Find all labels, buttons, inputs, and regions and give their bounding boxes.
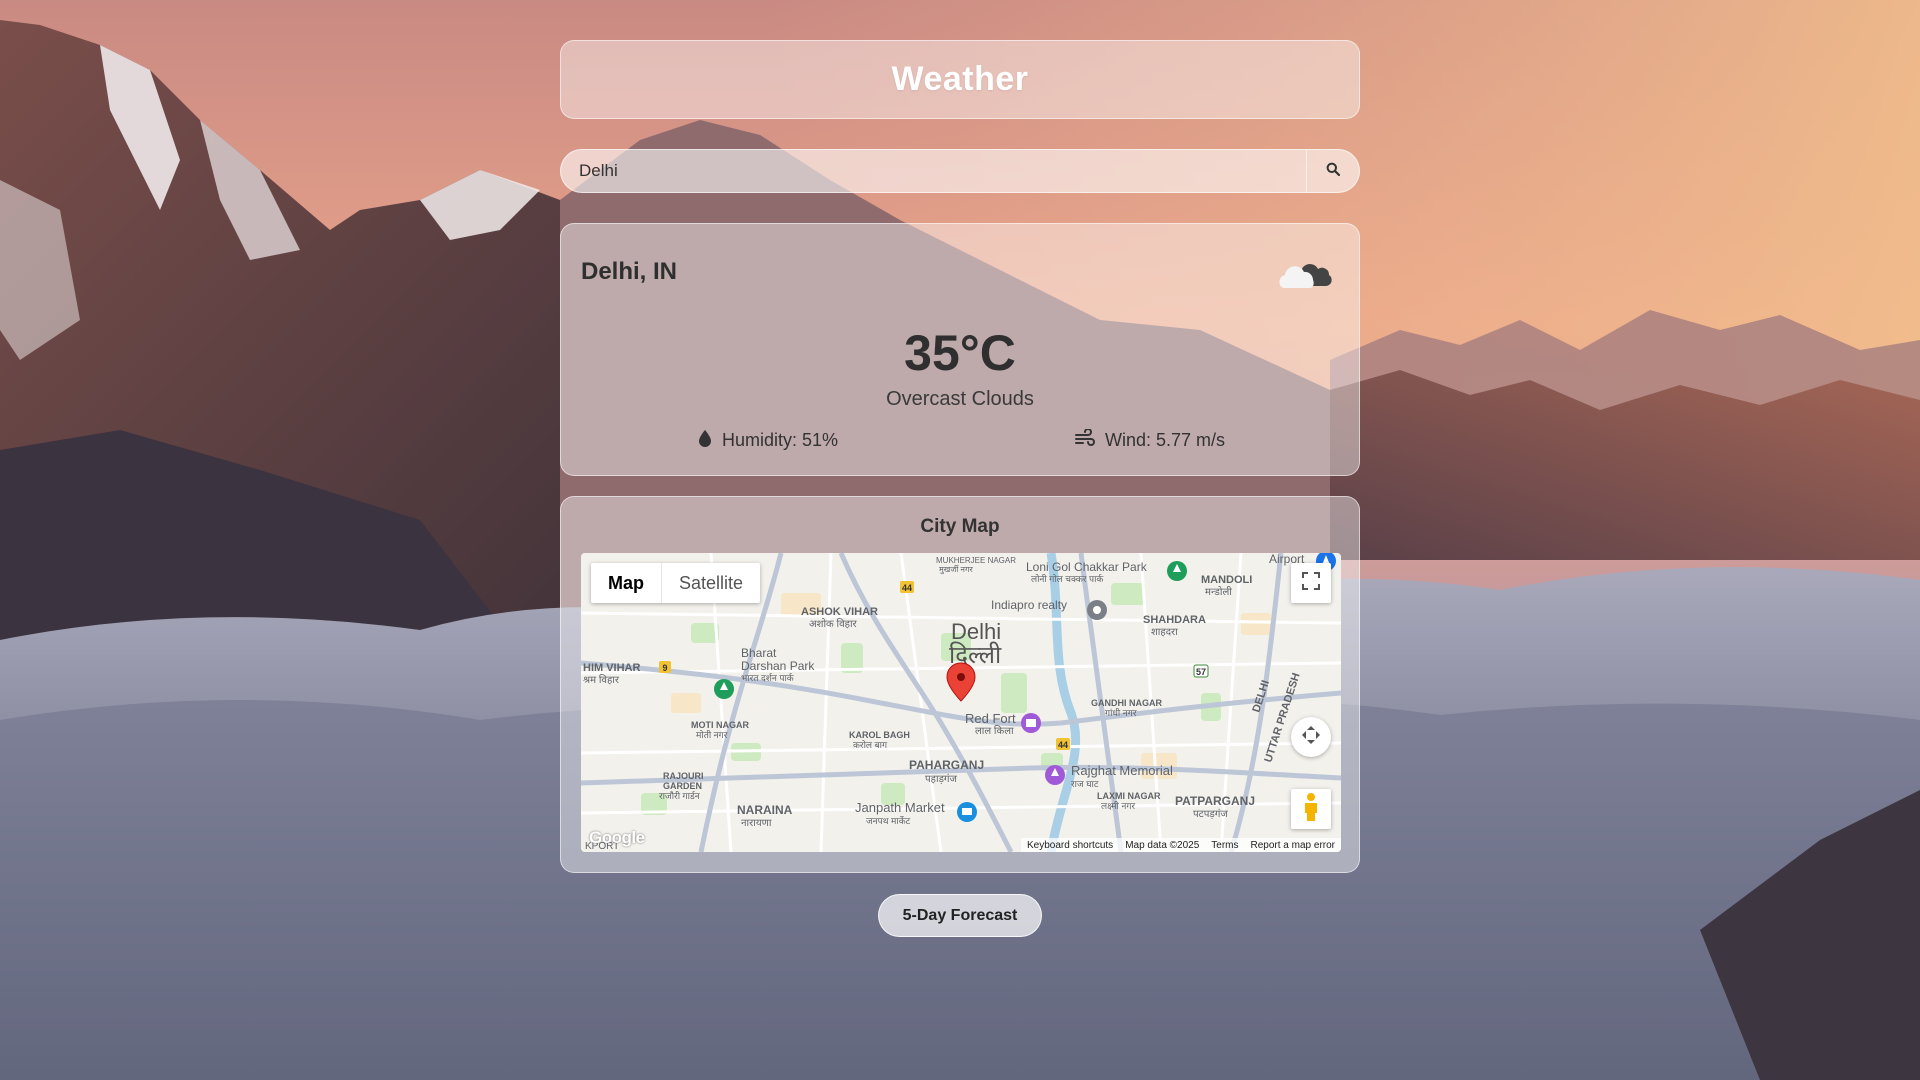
terms-link[interactable]: Terms: [1211, 840, 1238, 851]
humidity-stat: Humidity: 51%: [698, 429, 838, 452]
camera-control-icon: [1300, 724, 1322, 751]
map-data-label: Map data ©2025: [1125, 839, 1200, 851]
map-title: City Map: [920, 516, 1000, 537]
google-logo: Google: [589, 828, 645, 847]
wind-stat: Wind: 5.77 m/s: [1075, 428, 1226, 452]
map-label-darshan-hi: भारत दर्शन पार्क: [741, 672, 795, 683]
wind-text: Wind: 5.77 m/s: [1105, 430, 1226, 450]
map-label-mukherjee: MUKHERJEE NAGAR: [936, 556, 1016, 565]
map-label-gandhi: GANDHI NAGAR: [1091, 698, 1162, 708]
map-label-karol-hi: करोल बाग: [853, 739, 888, 750]
road-9-label: 9: [662, 663, 667, 673]
map-label-ashok-vihar: ASHOK VIHAR: [801, 606, 878, 618]
map-label-red-fort: Red Fort: [965, 711, 1016, 726]
map-label-paharganj: PAHARGANJ: [909, 758, 984, 772]
map-type-satellite-button[interactable]: Satellite: [662, 563, 760, 603]
map-label-laxmi-hi: लक्ष्मी नगर: [1101, 800, 1135, 811]
map-label-ashok-vihar-hi: अशोक विहार: [809, 618, 858, 630]
map-label-rajouri-hi: राजौरी गार्डन: [659, 790, 701, 801]
park-marker-icon[interactable]: [714, 679, 734, 699]
overcast-clouds-icon: [1275, 252, 1333, 295]
map-label-patparganj-hi: पटपड़गंज: [1193, 808, 1228, 820]
map-label-him-vihar-hi: श्रम विहार: [583, 674, 620, 686]
place-marker-icon[interactable]: [1087, 600, 1107, 620]
map-type-toggle: Map Satellite: [591, 563, 761, 603]
museum-marker-icon[interactable]: [1021, 713, 1041, 733]
search-bar: [560, 149, 1360, 193]
map-label-janpath: Janpath Market: [855, 800, 945, 815]
camera-control-button[interactable]: [1291, 717, 1331, 757]
search-icon: [1326, 162, 1341, 181]
map-label-red-fort-hi: लाल किला: [975, 725, 1014, 737]
temperature: 35°C: [904, 325, 1016, 381]
map-card: City Map 44 44 9 57 ASHOK VIHAR अशोक विह…: [560, 496, 1360, 873]
map-label-gandhi-hi: गांधी नगर: [1105, 707, 1137, 718]
map-label-naraina: NARAINA: [737, 803, 793, 817]
location-label: Delhi, IN: [581, 258, 678, 285]
report-map-error-link[interactable]: Report a map error: [1251, 840, 1335, 851]
road-57-label: 57: [1196, 667, 1206, 677]
forecast-button[interactable]: 5-Day Forecast: [878, 894, 1042, 937]
map-label-karol: KAROL BAGH: [849, 730, 910, 740]
map-label-moti: MOTI NAGAR: [691, 720, 749, 730]
weather-card: Delhi, IN 35°C Overcast Clouds Humidity:…: [560, 223, 1360, 476]
map-label-loni: Loni Gol Chakkar Park: [1026, 560, 1148, 574]
pegman-icon: [1302, 792, 1320, 827]
map-label-paharganj-hi: पहाड़गंज: [925, 773, 958, 785]
memorial-marker-icon[interactable]: [1045, 765, 1065, 785]
map-label-loni-hi: लोनी गोल चक्कर पार्क: [1031, 573, 1104, 584]
map-label-naraina-hi: नारायणा: [741, 818, 772, 829]
wind-icon: [1075, 428, 1095, 452]
fullscreen-button[interactable]: [1291, 563, 1331, 603]
search-input[interactable]: [560, 149, 1306, 193]
road-44-label: 44: [902, 583, 912, 593]
map-label-janpath-hi: जनपथ मार्केट: [866, 815, 911, 826]
map-label-mandoli: MANDOLI: [1201, 574, 1252, 586]
map-label-bharat: Bharat: [741, 646, 777, 660]
app-title: Weather: [891, 60, 1029, 98]
map-label-mukherjee-hi: मुखर्जी नगर: [939, 564, 974, 575]
keyboard-shortcuts-link[interactable]: Keyboard shortcuts: [1027, 840, 1113, 851]
map-label-shahdara-hi: शाहदरा: [1151, 627, 1178, 638]
weather-description: Overcast Clouds: [886, 388, 1034, 410]
road-44-label-2: 44: [1058, 740, 1068, 750]
map-label-indiapro: Indiapro realty: [991, 598, 1067, 612]
map-label-him-vihar: HIM VIHAR: [583, 662, 641, 674]
map-label-rajouri-2: GARDEN: [663, 781, 702, 791]
map-label-laxmi: LAXMI NAGAR: [1097, 791, 1161, 801]
header-card: Weather: [560, 40, 1360, 119]
map-footer: Keyboard shortcuts Map data ©2025 Terms …: [1021, 838, 1341, 852]
map-label-rajouri: RAJOURI: [663, 771, 704, 781]
map-label-rajghat: Rajghat Memorial: [1071, 763, 1173, 778]
map-label-patparganj: PATPARGANJ: [1175, 794, 1255, 808]
map-label-delhi: Delhi: [951, 619, 1001, 644]
map-type-map-button[interactable]: Map: [591, 563, 662, 603]
map-label-darshan: Darshan Park: [741, 659, 815, 673]
map-label-mandoli-hi: मन्डोली: [1205, 586, 1232, 598]
map-label-moti-hi: मोती नगर: [696, 729, 728, 740]
droplet-icon: [698, 429, 712, 452]
shopping-marker-icon[interactable]: [957, 802, 977, 822]
park-marker-icon[interactable]: [1167, 561, 1187, 581]
street-view-button[interactable]: [1291, 789, 1331, 829]
map-label-rajghat-hi: राज घाट: [1071, 779, 1099, 789]
search-button[interactable]: [1306, 149, 1360, 193]
city-map[interactable]: 44 44 9 57 ASHOK VIHAR अशोक विहार MUKHER…: [581, 553, 1341, 852]
fullscreen-icon: [1302, 571, 1320, 595]
humidity-text: Humidity: 51%: [722, 430, 839, 450]
map-label-shahdara: SHAHDARA: [1143, 614, 1206, 626]
